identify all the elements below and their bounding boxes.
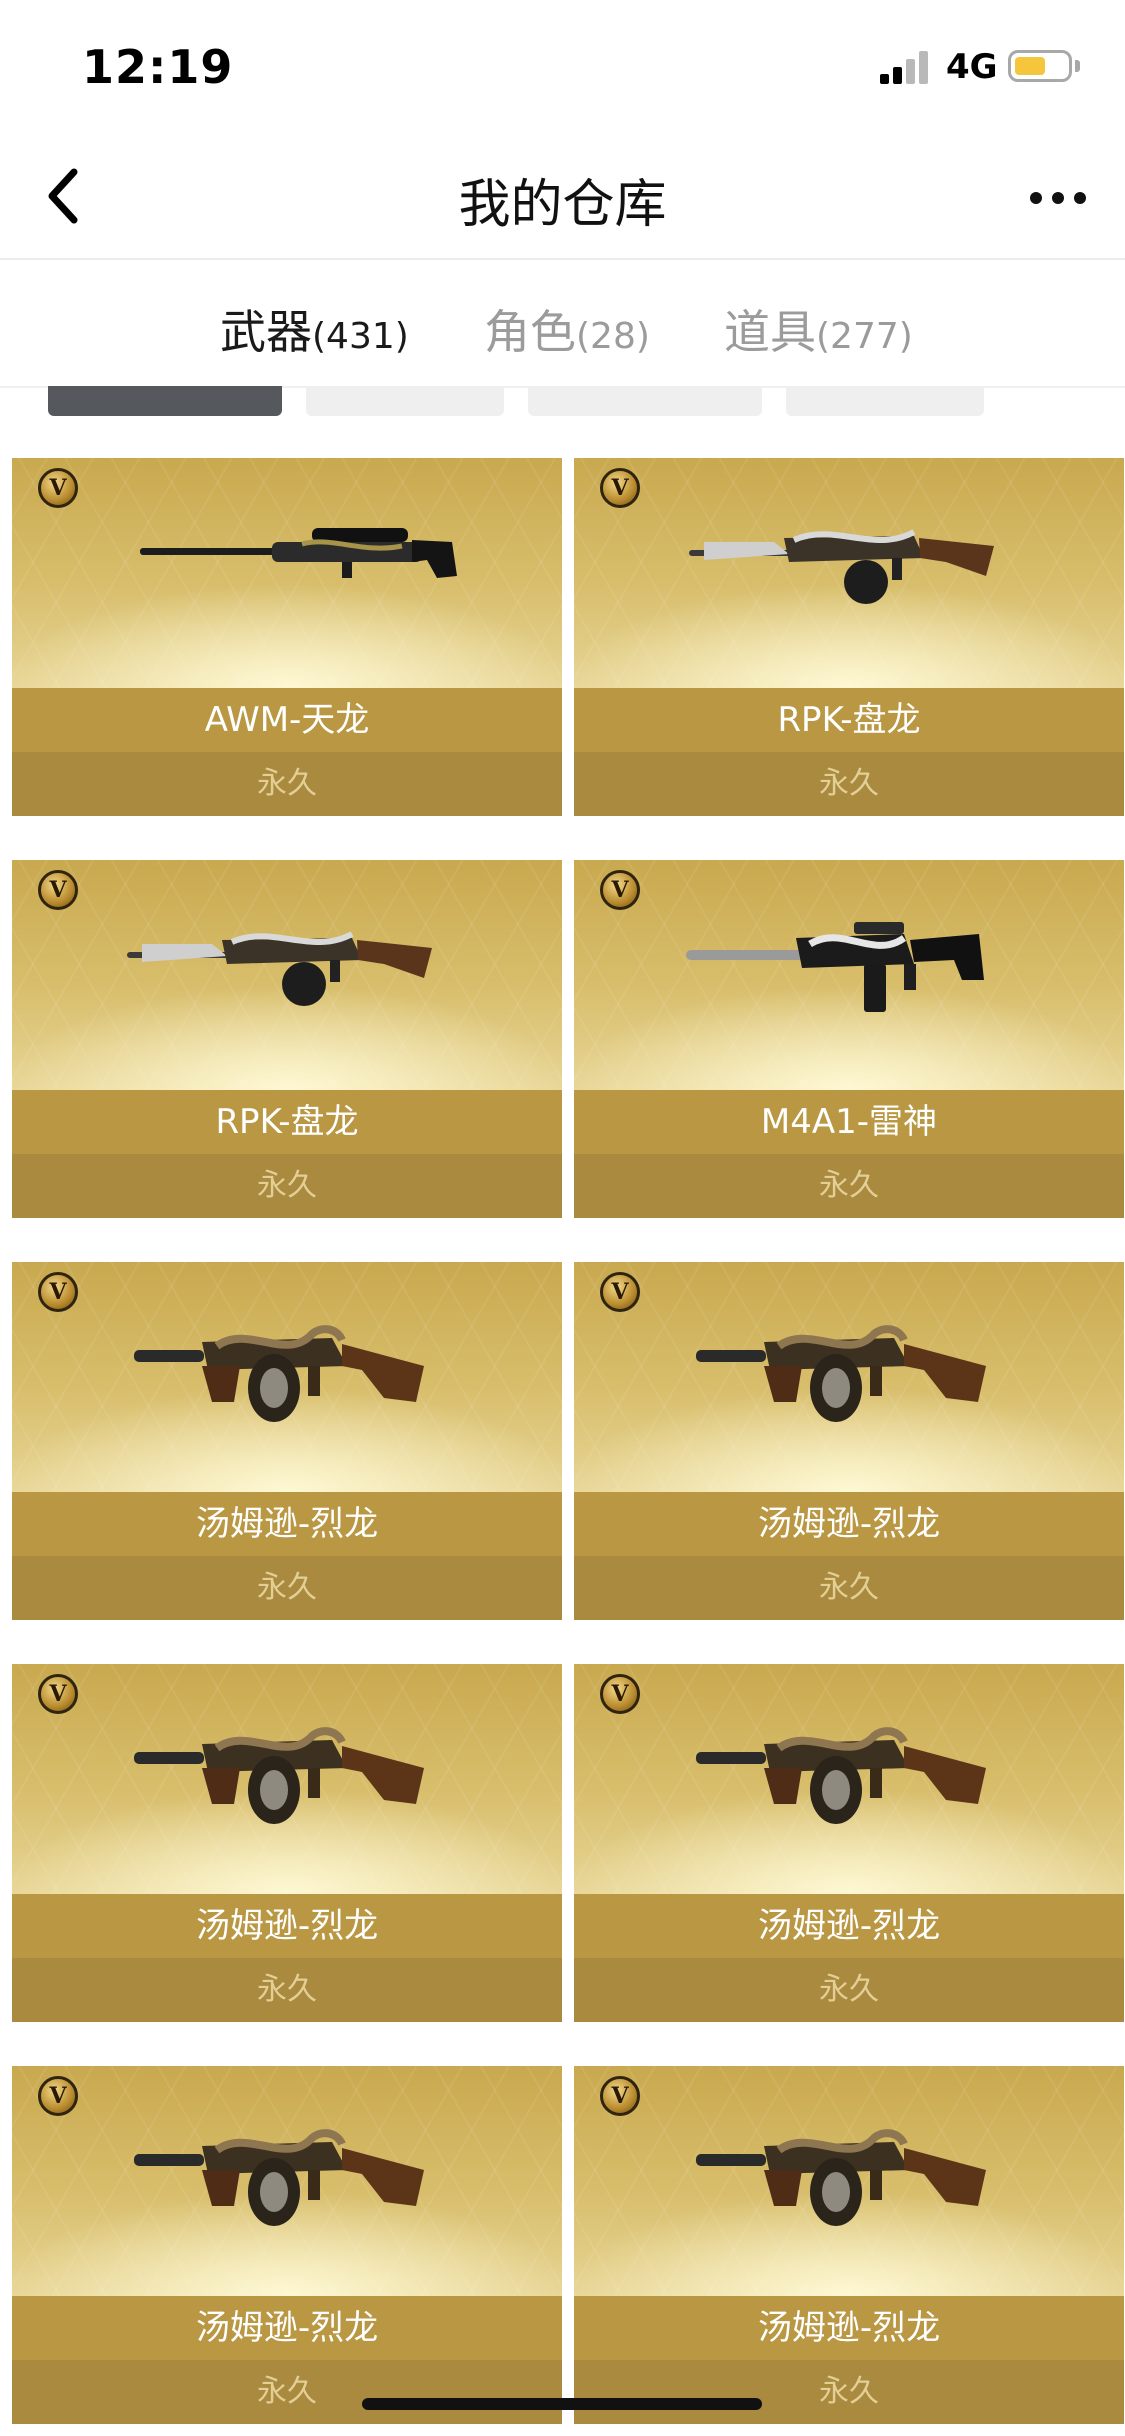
weapon-icon: [140, 528, 457, 578]
tab-count: (28): [576, 316, 650, 357]
weapon-image: V: [574, 1262, 1124, 1492]
weapon-card[interactable]: V AWM-天龙 永久: [12, 458, 562, 816]
weapon-duration: 永久: [574, 1154, 1124, 1218]
vip-badge: V: [600, 870, 640, 910]
weapon-icon: [686, 922, 984, 1012]
battery-cap: [1075, 60, 1080, 72]
filter-chip[interactable]: [306, 386, 504, 416]
weapon-duration: 永久: [574, 2360, 1124, 2424]
tab-weapons[interactable]: 武器(431): [220, 296, 409, 362]
weapon-image: V: [12, 1664, 562, 1894]
weapon-name: 汤姆逊-烈龙: [12, 1492, 562, 1556]
vip-badge: V: [38, 2076, 78, 2116]
weapon-image: V: [574, 1664, 1124, 1894]
weapon-icon: [696, 1325, 986, 1422]
weapon-icon: [696, 1727, 986, 1824]
category-tabs: 武器(431) 角色(28) 道具(277): [0, 260, 1125, 388]
weapon-name: RPK-盘龙: [574, 688, 1124, 752]
tab-label: 武器: [220, 305, 312, 359]
navigation-bar: 我的仓库: [0, 132, 1125, 260]
weapon-card[interactable]: V 汤姆逊-烈龙 永久: [574, 1664, 1124, 2022]
weapon-image: V: [574, 2066, 1124, 2296]
weapon-name: 汤姆逊-烈龙: [12, 1894, 562, 1958]
battery-icon: [1008, 50, 1072, 82]
tab-label: 道具: [724, 305, 816, 359]
weapon-image: V: [12, 458, 562, 688]
weapon-card[interactable]: V 汤姆逊-烈龙 永久: [12, 1262, 562, 1620]
weapon-duration: 永久: [12, 1154, 562, 1218]
weapon-icon: [134, 1325, 424, 1422]
battery-level: [1015, 57, 1045, 75]
weapon-card[interactable]: V RPK-盘龙 永久: [574, 458, 1124, 816]
signal-icon: [880, 50, 932, 84]
tab-characters[interactable]: 角色(28): [484, 296, 650, 362]
weapon-duration: 永久: [574, 1556, 1124, 1620]
weapon-duration: 永久: [574, 1958, 1124, 2022]
weapon-duration: 永久: [12, 752, 562, 816]
warehouse-page: 12:19 4G 我的仓库 武器(431) 角色(28) 道具(277) V A…: [0, 0, 1125, 2436]
weapon-icon: [689, 529, 994, 604]
weapon-image: V: [574, 860, 1124, 1090]
tab-label: 角色: [484, 305, 576, 359]
page-title: 我的仓库: [458, 175, 667, 235]
filter-chip[interactable]: [786, 386, 984, 416]
home-indicator: [362, 2398, 762, 2410]
tab-count: (277): [816, 316, 913, 357]
weapon-icon: [696, 2129, 986, 2226]
weapon-card[interactable]: V 汤姆逊-烈龙 永久: [574, 1262, 1124, 1620]
weapon-image: V: [12, 860, 562, 1090]
weapon-name: M4A1-雷神: [574, 1090, 1124, 1154]
vip-badge: V: [600, 468, 640, 508]
weapon-duration: 永久: [12, 1556, 562, 1620]
more-icon: [1030, 192, 1086, 204]
vip-badge: V: [600, 2076, 640, 2116]
vip-badge: V: [38, 1272, 78, 1312]
weapon-name: 汤姆逊-烈龙: [12, 2296, 562, 2360]
more-button[interactable]: [1020, 158, 1096, 234]
weapon-image: V: [12, 1262, 562, 1492]
weapon-card[interactable]: V M4A1-雷神 永久: [574, 860, 1124, 1218]
vip-badge: V: [38, 468, 78, 508]
weapon-image: V: [574, 458, 1124, 688]
weapon-name: 汤姆逊-烈龙: [574, 1894, 1124, 1958]
weapon-card[interactable]: V 汤姆逊-烈龙 永久: [12, 1664, 562, 2022]
tab-count: (431): [312, 316, 409, 357]
vip-badge: V: [38, 1674, 78, 1714]
weapon-duration: 永久: [12, 1958, 562, 2022]
weapon-card[interactable]: V 汤姆逊-烈龙 永久: [574, 2066, 1124, 2424]
weapon-name: AWM-天龙: [12, 688, 562, 752]
status-time: 12:19: [82, 40, 234, 94]
weapon-card[interactable]: V 汤姆逊-烈龙 永久: [12, 2066, 562, 2424]
weapon-duration: 永久: [574, 752, 1124, 816]
weapon-duration: 永久: [12, 2360, 562, 2424]
weapon-name: 汤姆逊-烈龙: [574, 2296, 1124, 2360]
weapon-name: 汤姆逊-烈龙: [574, 1492, 1124, 1556]
filter-chip[interactable]: [528, 386, 762, 416]
vip-badge: V: [38, 870, 78, 910]
weapon-icon: [134, 1727, 424, 1824]
tab-props[interactable]: 道具(277): [724, 296, 913, 362]
weapon-icon: [127, 931, 432, 1006]
network-label: 4G: [946, 47, 998, 87]
weapon-image: V: [12, 2066, 562, 2296]
weapon-card[interactable]: V RPK-盘龙 永久: [12, 860, 562, 1218]
vip-badge: V: [600, 1272, 640, 1312]
status-bar: 12:19 4G: [0, 0, 1125, 132]
vip-badge: V: [600, 1674, 640, 1714]
weapon-name: RPK-盘龙: [12, 1090, 562, 1154]
weapon-icon: [134, 2129, 424, 2226]
filter-chip[interactable]: [48, 386, 282, 416]
